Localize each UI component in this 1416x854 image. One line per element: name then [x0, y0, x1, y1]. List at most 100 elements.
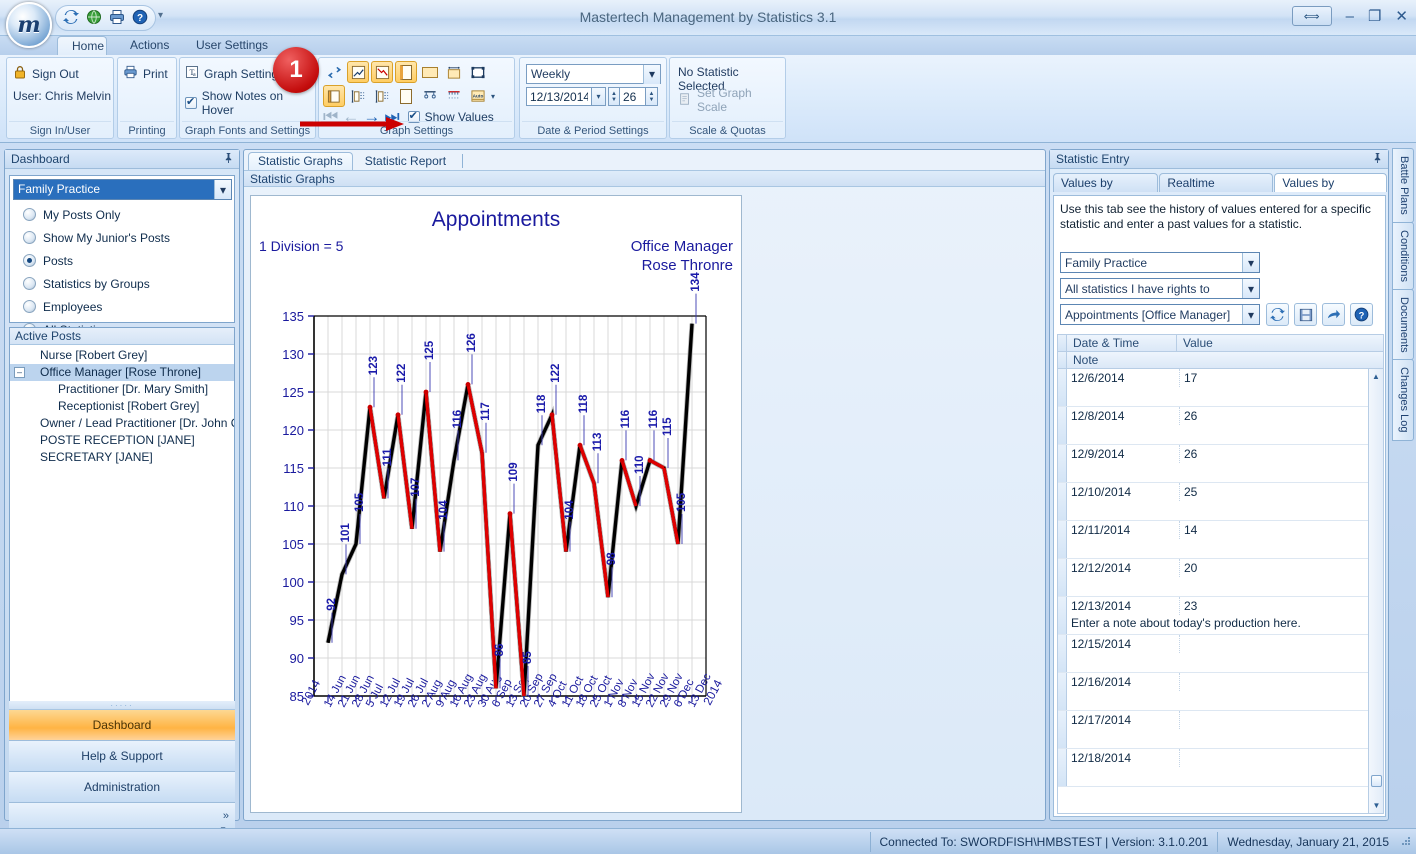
ribbon-tab-actions[interactable]: Actions	[116, 36, 183, 55]
scroll-up-icon[interactable]: ▲	[1369, 369, 1383, 384]
cell-note[interactable]	[1067, 577, 1383, 596]
page-blank-icon[interactable]	[395, 61, 417, 83]
tree-item-office-manager[interactable]: – Office Manager [Rose Throne]	[10, 364, 234, 381]
row-selector[interactable]	[1058, 521, 1067, 558]
cell-value[interactable]: 26	[1180, 407, 1383, 425]
nav-dashboard[interactable]: Dashboard	[9, 710, 235, 741]
table-row[interactable]: 12/11/2014 14	[1058, 521, 1383, 559]
row-selector[interactable]	[1058, 445, 1067, 482]
cell-value[interactable]	[1180, 711, 1383, 729]
table-row[interactable]: 12/6/2014 17	[1058, 369, 1383, 407]
pin-icon[interactable]	[1372, 152, 1383, 167]
close-button[interactable]: ✕	[1395, 7, 1408, 25]
practice-select[interactable]: Family Practice ▾	[13, 179, 232, 200]
cell-value[interactable]	[1180, 673, 1383, 691]
print-button[interactable]: Print	[123, 65, 168, 82]
save-icon[interactable]	[1294, 303, 1317, 326]
minimize-button[interactable]: –	[1346, 8, 1354, 25]
chevron-down-icon[interactable]: ▾	[1242, 305, 1259, 324]
table-row[interactable]: 12/10/2014 25	[1058, 483, 1383, 521]
page-height-icon[interactable]	[443, 61, 465, 83]
statistic-select[interactable]: Appointments [Office Manager] ▾	[1060, 304, 1260, 325]
scale-left-icon[interactable]	[347, 85, 369, 107]
ribbon-tab-user-settings[interactable]: User Settings	[182, 36, 282, 55]
chevron-down-icon[interactable]: ▾	[643, 64, 660, 84]
help-icon[interactable]: ?	[131, 9, 149, 27]
graph-settings-button[interactable]: Ta Graph Settings	[185, 65, 284, 82]
restore-down-button[interactable]: ⟺	[1291, 6, 1332, 26]
table-row[interactable]: 12/9/2014 26	[1058, 445, 1383, 483]
set-graph-scale-button[interactable]: Set Graph Scale	[678, 86, 785, 114]
scroll-down-icon[interactable]: ▼	[1369, 798, 1383, 813]
page-wide-icon[interactable]	[419, 61, 441, 83]
refresh-icon[interactable]	[62, 9, 80, 27]
row-selector[interactable]	[1058, 407, 1067, 444]
tree-item-nurse[interactable]: Nurse [Robert Grey]	[10, 347, 234, 364]
tab-statistic-report[interactable]: Statistic Report	[355, 152, 456, 170]
cell-value[interactable]: 20	[1180, 559, 1383, 577]
cell-value[interactable]	[1180, 749, 1383, 767]
cell-note[interactable]	[1067, 463, 1383, 482]
period-count-input[interactable]	[620, 87, 646, 106]
row-selector[interactable]	[1058, 711, 1067, 748]
gridlines-dense-icon[interactable]	[443, 85, 465, 107]
row-selector[interactable]	[1058, 483, 1067, 520]
cell-note[interactable]: Enter a note about today's production he…	[1067, 615, 1383, 634]
trend-up-icon[interactable]	[347, 61, 369, 83]
table-row[interactable]: 12/17/2014	[1058, 711, 1383, 749]
cell-note[interactable]	[1067, 729, 1383, 748]
tree-item-poste-reception[interactable]: POSTE RECEPTION [JANE]	[10, 432, 234, 449]
filter-statistics-by-groups[interactable]: Statistics by Groups	[10, 272, 234, 295]
vtab-conditions[interactable]: Conditions	[1392, 221, 1414, 290]
grid-scrollbar[interactable]: ▲ ▼	[1368, 369, 1383, 813]
count-spinner-left-icon[interactable]: ▲ ▼	[608, 87, 620, 106]
export-icon[interactable]	[1322, 303, 1345, 326]
practice-select[interactable]: Family Practice ▾	[1060, 252, 1260, 273]
refresh-icon[interactable]	[1266, 303, 1289, 326]
tree-item-owner[interactable]: Owner / Lead Practitioner [Dr. John Que]	[10, 415, 234, 432]
table-row[interactable]: 12/12/2014 20	[1058, 559, 1383, 597]
chevron-down-icon[interactable]: ▾	[1242, 253, 1259, 272]
scrollbar-thumb[interactable]	[1371, 775, 1382, 787]
vtab-documents[interactable]: Documents	[1392, 288, 1414, 361]
app-menu-orb[interactable]: m	[6, 2, 52, 48]
filter-employees[interactable]: Employees	[10, 295, 234, 318]
qat-dropdown-icon[interactable]: ▾	[158, 10, 163, 21]
row-selector[interactable]	[1058, 597, 1067, 634]
chevron-down-icon[interactable]: ▾	[1242, 279, 1259, 298]
scale-right-icon[interactable]	[371, 85, 393, 107]
trend-down-icon[interactable]	[371, 61, 393, 83]
nav-help-support[interactable]: Help & Support	[9, 741, 235, 772]
row-selector[interactable]	[1058, 635, 1067, 672]
cell-note[interactable]	[1067, 767, 1383, 786]
chart-container[interactable]: Appointments 1 Division = 5 Office Manager…	[250, 195, 742, 813]
cell-note[interactable]	[1067, 539, 1383, 558]
cell-value[interactable]: 17	[1180, 369, 1383, 387]
table-row[interactable]: 12/18/2014	[1058, 749, 1383, 787]
maximize-button[interactable]: ❐	[1368, 7, 1381, 25]
count-spinner-icon[interactable]: ▲ ▼	[646, 87, 658, 106]
date-input[interactable]	[526, 87, 592, 106]
column-value[interactable]: Value	[1177, 335, 1383, 351]
values-grid[interactable]: Date & Time Value Note 12/6/2014 17 12/8/2…	[1057, 334, 1384, 814]
filter-junior-posts[interactable]: Show My Junior's Posts	[10, 226, 234, 249]
vtab-battle-plans[interactable]: Battle Plans	[1392, 148, 1414, 223]
tab-values-by-statistic[interactable]: Values by Statistic	[1274, 173, 1387, 208]
page-left-align-icon[interactable]	[323, 85, 345, 107]
nav-resize-grip[interactable]: ·····	[9, 701, 235, 710]
cell-note[interactable]	[1067, 387, 1383, 406]
globe-icon[interactable]	[85, 9, 103, 27]
tab-values-by-period[interactable]: Values by Period	[1053, 173, 1159, 208]
tab-realtime-statistics[interactable]: Realtime Statistics	[1159, 173, 1274, 208]
filter-posts[interactable]: Posts	[10, 249, 234, 272]
gridlines-sparse-icon[interactable]	[419, 85, 441, 107]
cell-value[interactable]: 25	[1180, 483, 1383, 501]
table-row[interactable]: 12/15/2014	[1058, 635, 1383, 673]
cell-note[interactable]	[1067, 501, 1383, 520]
cell-value[interactable]: 26	[1180, 445, 1383, 463]
sign-out-button[interactable]: Sign Out	[13, 65, 79, 83]
auto-scale-icon[interactable]: Auto	[467, 85, 489, 107]
filter-my-posts-only[interactable]: My Posts Only	[10, 203, 234, 226]
swap-axes-icon[interactable]	[323, 61, 345, 83]
period-select[interactable]: Weekly ▾	[526, 64, 661, 84]
